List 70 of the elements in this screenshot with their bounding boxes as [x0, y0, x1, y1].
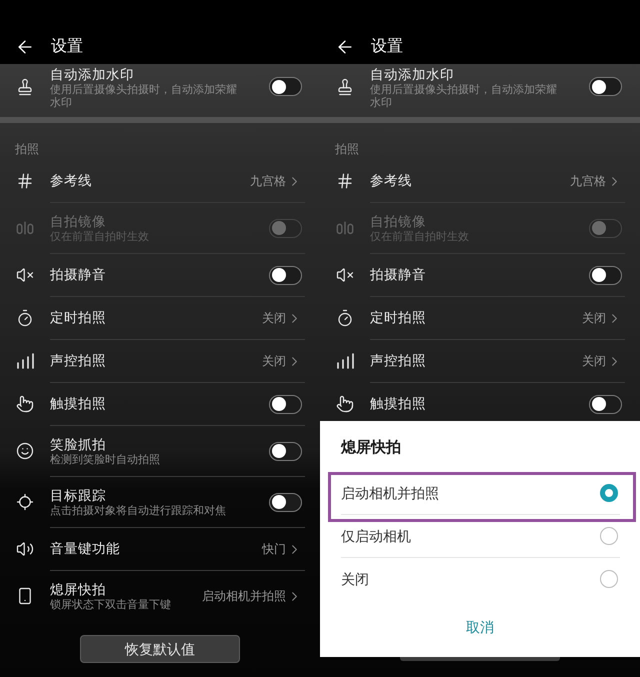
timer-icon: [336, 309, 354, 327]
setting-title: 自拍镜像: [370, 212, 427, 230]
option-label[interactable]: 关闭: [341, 568, 600, 590]
stamp-icon: [336, 78, 354, 96]
hash-icon: [336, 172, 354, 190]
mute-icon: [16, 266, 34, 284]
setting-value: 关闭: [262, 353, 286, 370]
flip-icon: [336, 219, 354, 237]
setting-title: 声控拍照: [370, 352, 427, 370]
setting-description: 点击拍摄对象将自动进行跟踪和对焦: [50, 504, 227, 518]
crosshair-icon: [16, 493, 34, 511]
option-label[interactable]: 仅启动相机: [341, 526, 600, 546]
hand-pointer-icon: [16, 395, 34, 413]
timer-icon: [16, 309, 34, 327]
toggle-switch[interactable]: [269, 266, 302, 284]
hash-icon: [16, 172, 34, 190]
toggle-switch[interactable]: [269, 492, 302, 512]
setting-title: 目标跟踪: [50, 486, 107, 504]
toggle-switch[interactable]: [589, 77, 622, 96]
smile-icon: [16, 442, 34, 460]
speaker-icon: [16, 540, 34, 558]
option-label[interactable]: 启动相机并拍照: [341, 482, 600, 504]
setting-value: 九宫格: [570, 173, 606, 190]
setting-description: 使用后置摄像头拍摄时，自动添加荣耀水印: [370, 84, 558, 110]
setting-value: 关闭: [582, 353, 606, 370]
setting-title: 熄屏快拍: [50, 580, 107, 598]
setting-title: 定时拍照: [50, 309, 107, 327]
radio-icon[interactable]: [600, 570, 618, 588]
setting-value: 快门: [262, 541, 286, 558]
signal-bars-icon: [16, 352, 34, 370]
reset-defaults-button[interactable]: 恢复默认值: [80, 635, 240, 663]
setting-title: 拍摄静音: [370, 266, 427, 284]
setting-title: 触摸拍照: [50, 395, 107, 413]
setting-title: 笑脸抓拍: [50, 436, 107, 454]
setting-value: 启动相机并拍照: [202, 588, 286, 605]
setting-value: 九宫格: [250, 173, 286, 190]
radio-icon[interactable]: [600, 527, 618, 545]
page-title: 设置: [51, 37, 83, 57]
toggle-switch[interactable]: [589, 266, 622, 284]
setting-title: 音量键功能: [50, 540, 121, 558]
flip-icon: [16, 219, 34, 237]
section-header: 拍照: [335, 141, 359, 157]
page-title: 设置: [371, 37, 403, 57]
setting-description: 检测到笑脸时自动拍照: [50, 454, 161, 466]
setting-description: 使用后置摄像头拍摄时，自动添加荣耀水印: [50, 84, 238, 110]
signal-bars-icon: [336, 352, 354, 370]
toggle-switch[interactable]: [269, 77, 302, 96]
setting-title: 参考线: [370, 172, 413, 190]
setting-title: 声控拍照: [50, 352, 107, 370]
setting-title: 拍摄静音: [50, 266, 107, 284]
toggle-switch[interactable]: [269, 442, 302, 460]
setting-title: 定时拍照: [370, 309, 427, 327]
setting-title: 参考线: [50, 172, 93, 190]
setting-value: 关闭: [262, 310, 286, 327]
radio-selected-icon[interactable]: [600, 484, 618, 502]
cancel-button[interactable]: 取消: [454, 613, 506, 642]
setting-description: 锁屏状态下双击音量下键: [50, 598, 172, 612]
setting-title: 自动添加水印: [50, 66, 135, 84]
setting-title: 触摸拍照: [370, 395, 427, 413]
stamp-icon: [16, 78, 34, 96]
toggle-switch[interactable]: [589, 394, 622, 414]
setting-value: 关闭: [582, 310, 606, 327]
hand-pointer-icon: [336, 395, 354, 413]
toggle-switch[interactable]: [269, 394, 302, 414]
setting-title: 自动添加水印: [370, 66, 455, 84]
phone-icon: [16, 587, 34, 605]
setting-title: 自拍镜像: [50, 212, 107, 230]
mute-icon: [336, 266, 354, 284]
sheet-title: 熄屏快拍: [341, 438, 401, 458]
section-header: 拍照: [15, 141, 39, 157]
